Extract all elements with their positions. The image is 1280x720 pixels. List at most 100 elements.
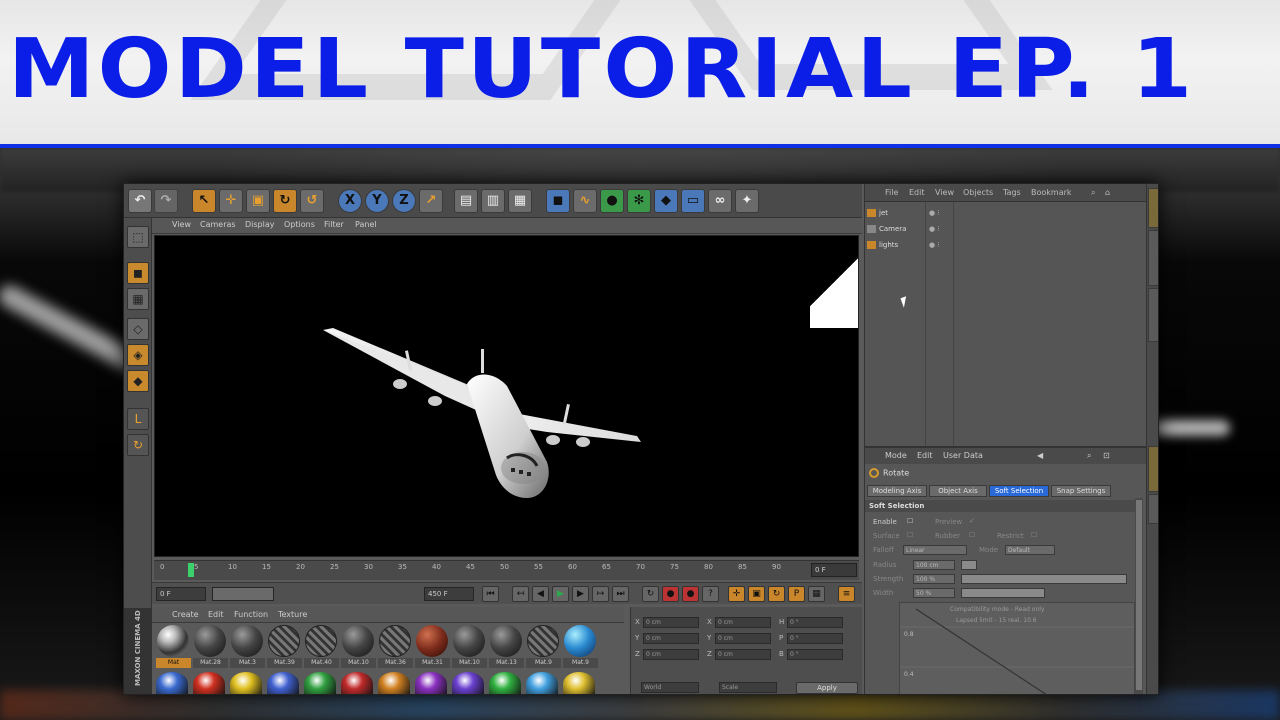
material-swatch[interactable] [526, 672, 558, 694]
model-mode-icon[interactable]: ◼ [127, 262, 149, 284]
side-tab-layers[interactable] [1148, 494, 1158, 524]
key-rotation-icon[interactable]: ↻ [768, 586, 785, 602]
coord-scale-select[interactable]: Scale [719, 682, 777, 693]
menu-create[interactable]: Create [172, 610, 199, 619]
light-icon[interactable]: ✦ [735, 189, 759, 213]
restrict-checkbox[interactable]: ☐ [1031, 531, 1037, 539]
attribute-scrollbar[interactable] [1135, 498, 1143, 694]
menu-tags[interactable]: Tags [1003, 188, 1021, 197]
select-icon[interactable]: ↖ [192, 189, 216, 213]
side-tab-content-browser[interactable] [1148, 230, 1158, 286]
material-swatch[interactable]: Mat.28 [193, 625, 228, 670]
goto-start-icon[interactable]: ⏮ [482, 586, 499, 602]
coord-field[interactable]: 0 cm [715, 633, 771, 644]
3d-viewport[interactable] [154, 235, 859, 557]
menu-edit[interactable]: Edit [917, 451, 933, 460]
key-param-icon[interactable]: P [788, 586, 805, 602]
tab-object-axis[interactable]: Object Axis [929, 485, 987, 497]
menu-file[interactable]: File [885, 188, 898, 197]
prev-key-icon[interactable]: ↤ [512, 586, 529, 602]
key-scale-icon[interactable]: ▣ [748, 586, 765, 602]
goto-end-icon[interactable]: ⏭ [612, 586, 629, 602]
material-swatch[interactable] [415, 672, 447, 694]
object-row-camera[interactable]: Camera [867, 222, 925, 236]
tab-soft-selection[interactable]: Soft Selection [989, 485, 1049, 497]
object-row-lights[interactable]: lights [867, 238, 925, 252]
coord-mode-select[interactable]: World [641, 682, 699, 693]
spline-icon[interactable]: ∿ [573, 189, 597, 213]
back-arrow-icon[interactable]: ◀ [1037, 451, 1043, 460]
coord-field[interactable]: 0 ° [787, 633, 843, 644]
texture-mode-icon[interactable]: ▦ [127, 288, 149, 310]
mode-select[interactable]: Default [1005, 545, 1055, 555]
lock-icon[interactable]: ⊡ [1103, 451, 1110, 460]
render-settings-icon[interactable]: ▦ [508, 189, 532, 213]
coord-field[interactable]: 0 cm [715, 617, 771, 628]
scale-icon[interactable]: ▣ [246, 189, 270, 213]
strength-field[interactable]: 100 % [913, 574, 955, 584]
play-icon[interactable]: ▶ [552, 586, 569, 602]
points-mode-icon[interactable]: ◇ [127, 318, 149, 340]
material-swatch[interactable]: Mat [156, 625, 191, 670]
coord-field[interactable]: 0 cm [715, 649, 771, 660]
radius-slider[interactable] [961, 560, 977, 570]
side-tab-objects[interactable] [1148, 188, 1158, 228]
current-frame-field[interactable]: 0 F [811, 563, 857, 577]
strength-slider[interactable] [961, 574, 1127, 584]
rubber-checkbox[interactable]: ☐ [969, 531, 975, 539]
tweak-mode-icon[interactable]: ↻ [127, 434, 149, 456]
scrollbar-thumb[interactable] [1136, 500, 1142, 690]
menu-mode[interactable]: Mode [885, 451, 907, 460]
polygons-mode-icon[interactable]: ◆ [127, 370, 149, 392]
undo-icon[interactable]: ↶ [128, 189, 152, 213]
material-swatch[interactable] [563, 672, 595, 694]
width-slider[interactable] [961, 588, 1045, 598]
material-swatch[interactable]: Mat.9 [526, 625, 561, 670]
visibility-dots[interactable]: ● ⁝ [929, 206, 940, 220]
preview-checkbox[interactable]: ✓ [969, 517, 975, 525]
menu-edit[interactable]: Edit [208, 610, 224, 619]
side-tab-structure[interactable] [1148, 288, 1158, 342]
coord-field[interactable]: 0 cm [643, 633, 699, 644]
menu-objects[interactable]: Objects [963, 188, 993, 197]
falloff-select[interactable]: Linear [903, 545, 967, 555]
coord-field[interactable]: 0 cm [643, 649, 699, 660]
render-pv-icon[interactable]: ▥ [481, 189, 505, 213]
timeline-menu-icon[interactable]: ≡ [838, 586, 855, 602]
z-axis-icon[interactable]: Z [392, 189, 416, 213]
menu-texture[interactable]: Texture [278, 610, 307, 619]
tab-modeling-axis[interactable]: Modeling Axis [867, 485, 927, 497]
material-swatch[interactable]: Mat.13 [489, 625, 524, 670]
menu-panel[interactable]: Panel [355, 220, 377, 229]
side-tab-attributes[interactable] [1148, 446, 1158, 492]
live-select-icon[interactable]: ↺ [300, 189, 324, 213]
floor-icon[interactable]: ▭ [681, 189, 705, 213]
material-swatch[interactable] [489, 672, 521, 694]
x-axis-icon[interactable]: X [338, 189, 362, 213]
material-swatch[interactable] [304, 672, 336, 694]
step-forward-icon[interactable]: ▶ [572, 586, 589, 602]
record-icon[interactable]: ● [662, 586, 679, 602]
step-back-icon[interactable]: ◀ [532, 586, 549, 602]
edges-mode-icon[interactable]: ◈ [127, 344, 149, 366]
menu-view[interactable]: View [935, 188, 954, 197]
visibility-dots[interactable]: ● ⁝ [929, 222, 940, 236]
surface-checkbox[interactable]: ☐ [907, 531, 913, 539]
search-icon[interactable]: ⌕ [1091, 188, 1095, 198]
coord-field[interactable]: 0 cm [643, 617, 699, 628]
axis-mode-icon[interactable]: L [127, 408, 149, 430]
array-icon[interactable]: ✻ [627, 189, 651, 213]
home-icon[interactable]: ⌂ [1105, 188, 1110, 197]
material-swatch[interactable]: Mat.3 [230, 625, 265, 670]
key-selection-icon[interactable]: ? [702, 586, 719, 602]
material-swatch[interactable] [230, 672, 262, 694]
deformer-icon[interactable]: ◆ [654, 189, 678, 213]
apply-button[interactable]: Apply [796, 682, 858, 694]
coord-field[interactable]: 0 ° [787, 649, 843, 660]
material-swatch[interactable]: Mat.10 [341, 625, 376, 670]
start-frame-field[interactable]: 0 F [156, 587, 206, 601]
material-swatch[interactable] [452, 672, 484, 694]
camera-icon[interactable]: ∞ [708, 189, 732, 213]
object-row-jet[interactable]: jet [867, 206, 925, 220]
menu-function[interactable]: Function [234, 610, 268, 619]
